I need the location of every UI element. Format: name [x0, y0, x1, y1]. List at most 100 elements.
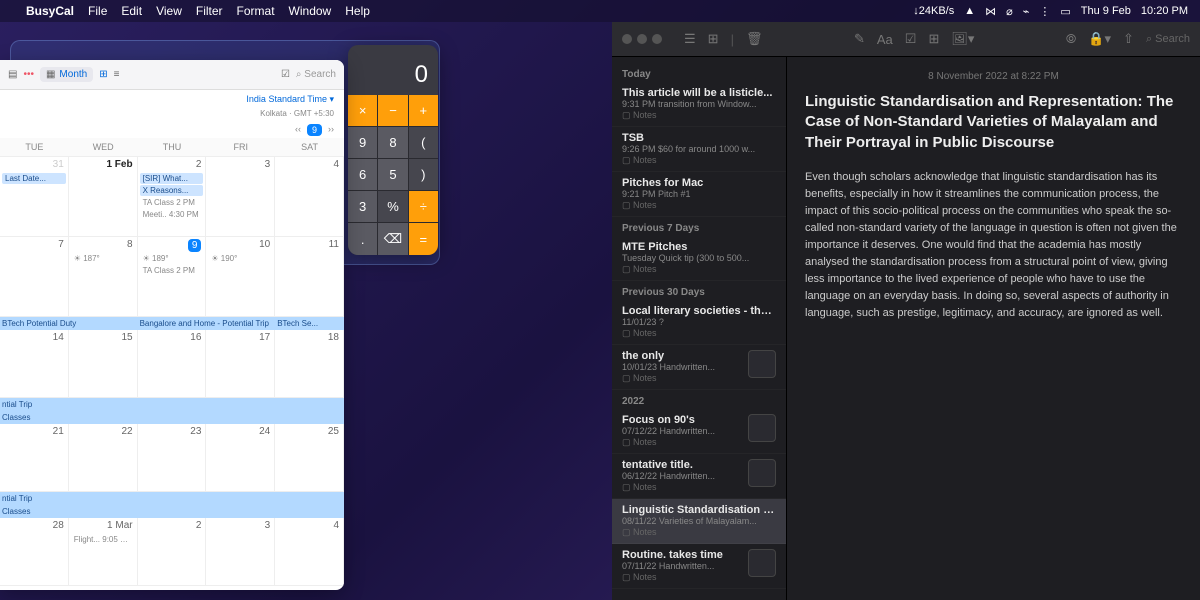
minimize-button[interactable] — [637, 34, 647, 44]
calc-key-.[interactable]: . — [348, 223, 377, 255]
all-day-event[interactable]: Bangalore and Home - Potential Trip — [138, 317, 276, 330]
list-view-icon[interactable]: ☰ — [684, 31, 696, 47]
calendar-event[interactable]: Flight... 9:05 PM — [71, 534, 135, 545]
app-name[interactable]: BusyCal — [26, 4, 74, 18]
calendar-event[interactable]: Meeti.. 4:30 PM — [140, 209, 204, 220]
calc-key-÷[interactable]: ÷ — [409, 191, 438, 222]
menu-help[interactable]: Help — [345, 4, 370, 18]
wifi-icon[interactable]: ⋮ — [1039, 5, 1050, 18]
note-list-item[interactable]: the only10/01/23 Handwritten...▢ Notes — [612, 345, 786, 390]
calendar-cell[interactable]: 3 — [206, 157, 275, 237]
calendar-cell[interactable]: 4 — [275, 157, 344, 237]
delete-icon[interactable]: 🗑 — [746, 31, 763, 47]
share-icon[interactable]: ⇧ — [1123, 31, 1134, 47]
calc-key-%[interactable]: % — [378, 191, 407, 222]
calendar-cell[interactable]: 15 — [69, 330, 138, 398]
calendar-cell[interactable]: 22 — [69, 424, 138, 492]
calendar-cell[interactable]: 9☀ 189°TA Class 2 PM — [138, 237, 207, 317]
menubar-time[interactable]: 10:20 PM — [1141, 5, 1188, 17]
calc-key-5[interactable]: 5 — [378, 159, 407, 190]
today-button[interactable]: 9 — [307, 124, 322, 136]
calendar-cell[interactable]: 24 — [206, 424, 275, 492]
calendar-cell[interactable]: 4 — [275, 518, 344, 586]
battery-icon[interactable]: ▭ — [1060, 5, 1070, 18]
calendar-cell[interactable]: 21 — [0, 424, 69, 492]
calendar-cell[interactable]: 1 Feb — [69, 157, 138, 237]
tray-icon[interactable]: ⋈ — [985, 5, 996, 18]
calc-key-=[interactable]: = — [409, 223, 438, 255]
menu-window[interactable]: Window — [289, 4, 332, 18]
calendar-cell[interactable]: 31Last Date... — [0, 157, 69, 237]
calendar-event[interactable]: Last Date... — [2, 173, 66, 184]
all-day-event[interactable]: ntial Trip — [0, 398, 344, 411]
calc-key-([interactable]: ( — [409, 127, 438, 158]
grid-view-icon[interactable]: ⊞ — [99, 69, 107, 80]
table-icon[interactable]: ⊞ — [928, 31, 939, 47]
notes-sidebar[interactable]: TodayThis article will be a listicle...9… — [612, 57, 787, 600]
note-list-item[interactable]: Linguistic Standardisation a...08/11/22 … — [612, 499, 786, 544]
menubar-date[interactable]: Thu 9 Feb — [1081, 5, 1131, 17]
note-list-item[interactable]: This article will be a listicle...9:31 P… — [612, 82, 786, 127]
calendar-event[interactable]: TA Class 2 PM — [140, 265, 204, 276]
calendar-cell[interactable]: 16 — [138, 330, 207, 398]
compose-icon[interactable]: ✎ — [854, 31, 865, 47]
calc-key-+[interactable]: + — [409, 95, 438, 126]
list-view-icon[interactable]: ≡ — [114, 69, 120, 80]
tray-icon[interactable]: ⌁ — [1023, 5, 1030, 18]
link-icon[interactable]: ⦾ — [1066, 31, 1076, 47]
calc-key-6[interactable]: 6 — [348, 159, 377, 190]
calc-key-×[interactable]: × — [348, 95, 377, 126]
tasks-icon[interactable]: ☑ — [281, 69, 290, 80]
all-day-event[interactable]: BTech Se... — [275, 317, 344, 330]
sidebar-toggle-icon[interactable]: ▤ — [8, 69, 17, 80]
calendar-cell[interactable]: 2 — [138, 518, 207, 586]
note-list-item[interactable]: TSB9:26 PM $60 for around 1000 w...▢ Not… — [612, 127, 786, 172]
calendar-cell[interactable]: 28 — [0, 518, 69, 586]
close-button[interactable] — [622, 34, 632, 44]
calendar-event[interactable]: ☀ 190° — [208, 253, 272, 264]
calendar-cell[interactable]: 25 — [275, 424, 344, 492]
calc-key-−[interactable]: − — [378, 95, 407, 126]
calendar-cell[interactable]: 3 — [206, 518, 275, 586]
calendar-cell[interactable]: 18 — [275, 330, 344, 398]
maximize-button[interactable] — [652, 34, 662, 44]
notes-search[interactable]: ⌕ Search — [1146, 33, 1190, 46]
all-day-event[interactable]: ntial Trip — [0, 492, 344, 505]
menu-file[interactable]: File — [88, 4, 107, 18]
calendar-event[interactable]: ☀ 189° — [140, 253, 204, 264]
note-title[interactable]: Linguistic Standardisation and Represent… — [805, 92, 1182, 153]
calendar-event[interactable]: TA Class 2 PM — [140, 197, 204, 208]
calc-key-9[interactable]: 9 — [348, 127, 377, 158]
calendar-cell[interactable]: 7 — [0, 237, 69, 317]
tray-icon[interactable]: ▲ — [964, 5, 975, 17]
all-day-event[interactable]: BTech Potential Duty — [0, 317, 138, 330]
note-list-item[interactable]: tentative title.06/12/22 Handwritten...▢… — [612, 454, 786, 499]
all-day-event[interactable]: Classes — [0, 505, 344, 518]
calc-key-8[interactable]: 8 — [378, 127, 407, 158]
calc-key-3[interactable]: 3 — [348, 191, 377, 222]
calendar-event[interactable]: [SIR] What... — [140, 173, 204, 184]
calendar-cell[interactable]: 8☀ 187° — [69, 237, 138, 317]
next-button[interactable]: ›› — [328, 124, 334, 136]
calendar-event[interactable]: X Reasons... — [140, 185, 204, 196]
note-editor[interactable]: 8 November 2022 at 8:22 PM Linguistic St… — [787, 57, 1200, 600]
calc-key-)[interactable]: ) — [409, 159, 438, 190]
note-list-item[interactable]: Local literary societies - the...11/01/2… — [612, 300, 786, 345]
format-icon[interactable]: Aa — [877, 32, 893, 47]
calendar-cell[interactable]: 11 — [275, 237, 344, 317]
more-icon[interactable]: ••• — [23, 69, 34, 80]
prev-button[interactable]: ‹‹ — [295, 124, 301, 136]
calendar-cell[interactable]: 2[SIR] What...X Reasons...TA Class 2 PMM… — [138, 157, 207, 237]
checklist-icon[interactable]: ☑ — [905, 31, 917, 47]
calendar-cell[interactable]: 17 — [206, 330, 275, 398]
note-list-item[interactable]: Routine. takes time07/11/22 Handwritten.… — [612, 544, 786, 589]
menu-view[interactable]: View — [156, 4, 182, 18]
tray-icon[interactable]: ⌀ — [1006, 5, 1013, 18]
note-list-item[interactable]: Pitches for Mac9:21 PM Pitch #1▢ Notes — [612, 172, 786, 217]
calendar-cell[interactable]: 10☀ 190° — [206, 237, 275, 317]
timezone-picker[interactable]: India Standard Time ▾ — [0, 90, 344, 109]
note-list-item[interactable]: MTE PitchesTuesday Quick tip (300 to 500… — [612, 236, 786, 281]
busycal-search[interactable]: ⌕ Search — [296, 69, 336, 80]
view-mode[interactable]: Month — [59, 69, 87, 80]
menu-edit[interactable]: Edit — [121, 4, 142, 18]
